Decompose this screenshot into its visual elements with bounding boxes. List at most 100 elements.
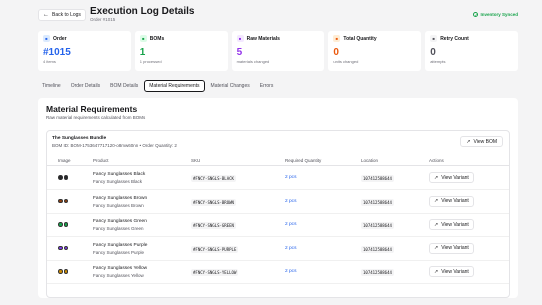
tab-bom-details[interactable]: BOM Details [106,80,142,92]
tab-material-changes[interactable]: Material Changes [207,80,254,92]
layers-icon: ■ [139,35,147,42]
summary-cards: ■ Order #1015 4 items ■ BOMs 1 1 processed ■ Raw … [38,31,518,71]
tab-timeline[interactable]: Timeline [38,80,65,92]
product-name: Fancy Sunglasses Purple [93,242,148,248]
table-row: Fancy Sunglasses Yellow Fancy Sunglasses … [47,261,509,284]
sku-badge: #FNCY-SNGLS-GREEN [191,222,236,229]
location-badge: 107412588644 [361,222,394,229]
page-subtitle: Order #1015 [90,17,116,22]
col-sku: SKU [191,158,201,163]
stat-card-value: 1 [139,47,146,58]
table-row: Fancy Sunglasses Green Fancy Sunglasses G… [47,214,509,237]
location-badge: 107412588644 [361,245,394,253]
product-thumbnail [58,222,68,227]
table-row: Fancy Sunglasses Black Fancy Sunglasses B… [47,167,509,190]
stat-card-sub: units changed [333,59,359,64]
external-link-icon: ↗ [434,198,439,204]
table-row: Fancy Sunglasses Brown Fancy Sunglasses B… [47,191,509,214]
stat-card-head: ■ Order [43,35,126,42]
page-header: ← Back to Logs Execution Log Details Ord… [38,6,518,24]
view-variant-button[interactable]: ↗ View Variant [429,172,474,183]
view-bom-label: View BOM [473,138,497,145]
bundle-name: The Sunglasses Bundle [52,136,107,141]
sku-badge: #FNCY-SNGLS-BLACK [191,175,236,182]
stat-card-head: ■ Total Quantity [333,35,416,42]
required-quantity: 2 pcs [285,222,297,227]
col-product: Product [93,158,109,163]
stat-card-sub: 4 items [43,59,56,64]
tab-order-details[interactable]: Order Details [67,80,104,92]
bundle-meta: BOM ID: BOM-1753647717120-o8mw60nn • Ord… [52,143,177,148]
lens-right-icon [63,245,68,250]
view-variant-label: View Variant [441,268,469,275]
sku-badge: #FNCY-SNGLS-PURPLE [191,245,239,253]
required-quantity: 2 pcs [285,198,297,204]
lens-right-icon [63,222,68,227]
product-thumbnail [58,175,68,180]
panel-description: Raw material requirements calculated fro… [46,115,146,120]
page-title: Execution Log Details [90,6,195,17]
arrow-left-icon: ← [43,12,49,18]
product-variant: Fancy Sunglasses Brown [93,202,144,208]
location-badge: 107412588644 [361,198,394,206]
stat-card-label: Order [53,35,67,42]
tab-errors[interactable]: Errors [256,80,278,92]
tab-bar: Timeline Order Details BOM Details Material… [38,80,277,92]
external-link-icon: ↗ [434,174,439,181]
required-quantity: 2 pcs [285,269,297,274]
stat-card-value: 5 [236,47,243,58]
check-circle-icon: ✓ [473,12,479,17]
lens-left-icon [58,245,63,250]
view-variant-label: View Variant [441,221,469,228]
external-link-icon: ↗ [434,221,439,228]
product-name: Fancy Sunglasses Black [93,172,146,177]
stat-card-sub: 1 processed [139,59,162,64]
lens-left-icon [58,198,63,203]
material-requirements-panel: Material Requirements Raw material requi… [38,98,518,298]
required-quantity: 2 pcs [285,245,297,251]
sync-status-label: Inventory Synced [480,12,518,17]
back-button-label: Back to Logs [52,12,81,18]
stat-card-sub: attempts [430,59,446,64]
view-bom-button[interactable]: ↗ View BOM [460,136,503,147]
required-quantity: 2 pcs [285,175,297,180]
bundle-card: The Sunglasses Bundle BOM ID: BOM-175364… [46,130,510,298]
back-to-logs-button[interactable]: ← Back to Logs [38,9,86,21]
box-icon: ■ [236,35,244,42]
product-variant: Fancy Sunglasses Green [93,226,144,231]
external-link-icon: ↗ [434,245,439,251]
stat-card-boms: ■ BOMs 1 1 processed [134,31,228,71]
stat-card-retry: ■ Retry Count 0 attempts [425,31,518,71]
view-variant-button[interactable]: ↗ View Variant [429,195,474,207]
stat-card-label: Total Quantity [343,35,377,42]
sku-badge: #FNCY-SNGLS-YELLOW [191,269,239,276]
location-badge: 107412588644 [361,175,394,182]
lens-right-icon [63,198,68,203]
external-link-icon: ↗ [434,268,439,275]
external-link-icon: ↗ [466,138,471,145]
receipt-icon: ■ [43,35,50,42]
view-variant-button[interactable]: ↗ View Variant [429,266,474,277]
view-variant-button[interactable]: ↗ View Variant [429,242,474,254]
lens-left-icon [58,222,63,227]
lens-right-icon [63,269,68,274]
view-variant-button[interactable]: ↗ View Variant [429,219,474,230]
stat-card-qty: ■ Total Quantity 0 units changed [328,31,422,71]
stat-card-raw: ■ Raw Materials 5 materials changed [231,31,325,71]
tab-material-requirements[interactable]: Material Requirements [144,80,205,92]
product-thumbnail [58,269,68,274]
table-header: Image Product SKU Required Quantity Loca… [47,156,509,166]
product-variant: Fancy Sunglasses Purple [93,249,145,255]
table-row: Fancy Sunglasses Purple Fancy Sunglasses … [47,238,509,261]
col-image: Image [58,158,71,163]
lens-right-icon [63,175,68,180]
product-name: Fancy Sunglasses Green [93,219,147,224]
refresh-icon: ■ [430,35,438,42]
product-thumbnail [58,245,68,250]
stat-card-label: Retry Count [440,35,469,42]
col-actions: Actions [429,158,444,163]
product-name: Fancy Sunglasses Brown [93,195,148,201]
col-required-quantity: Required Quantity [285,158,322,163]
stat-card-head: ■ Raw Materials [236,35,320,42]
sync-status-badge: ✓ Inventory Synced [473,12,518,17]
